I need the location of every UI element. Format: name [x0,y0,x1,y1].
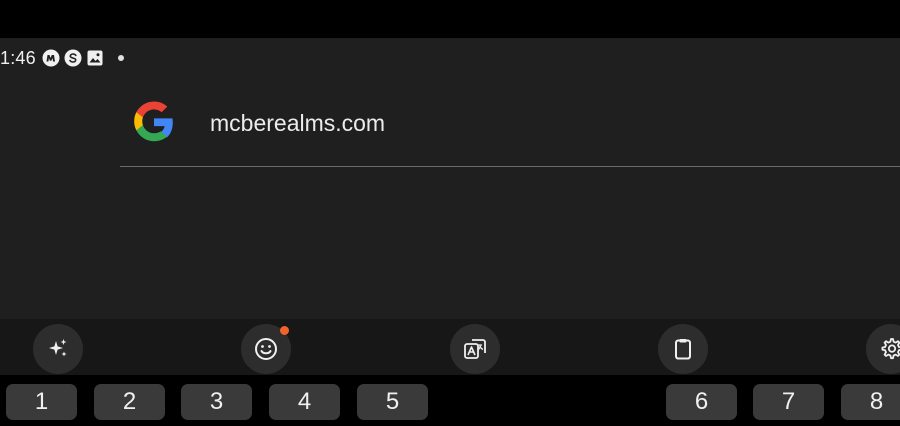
ai-tools-button[interactable] [33,324,83,374]
status-time: 1:46 [0,47,36,68]
search-suggestion-row[interactable]: mcberealms.com [120,96,900,167]
key-5[interactable]: 5 [357,384,428,420]
emoji-badge-dot [280,326,289,335]
key-6[interactable]: 6 [666,384,737,420]
translate-icon [464,339,486,359]
s-notification-icon [64,49,82,67]
keyboard-settings-button[interactable] [866,324,900,374]
key-7[interactable]: 7 [753,384,824,420]
more-notifications-dot [117,55,124,61]
key-4[interactable]: 4 [269,384,340,420]
search-suggestion-text: mcberealms.com [210,110,386,136]
search-divider [120,166,900,167]
keyboard-number-row: 1 2 3 4 5 6 7 8 [0,375,900,426]
translate-button[interactable] [450,324,500,374]
key-1[interactable]: 1 [6,384,77,420]
image-notification-icon [87,50,103,66]
key-2[interactable]: 2 [94,384,165,420]
m-notification-icon [42,49,60,67]
google-g-icon [134,101,173,142]
emoji-button[interactable] [241,324,291,374]
keyboard-toolbar [0,319,900,375]
status-bar: 1:46 [0,38,900,78]
emoji-icon [255,338,277,360]
clipboard-icon [675,339,691,360]
ai-sparkle-icon [49,339,67,357]
settings-gear-icon [881,338,900,360]
key-8[interactable]: 8 [841,384,900,420]
clipboard-button[interactable] [658,324,708,374]
key-3[interactable]: 3 [181,384,252,420]
app-screen: 1:46 mcberealms.com 1 2 3 4 5 6 7 8 [0,38,900,426]
